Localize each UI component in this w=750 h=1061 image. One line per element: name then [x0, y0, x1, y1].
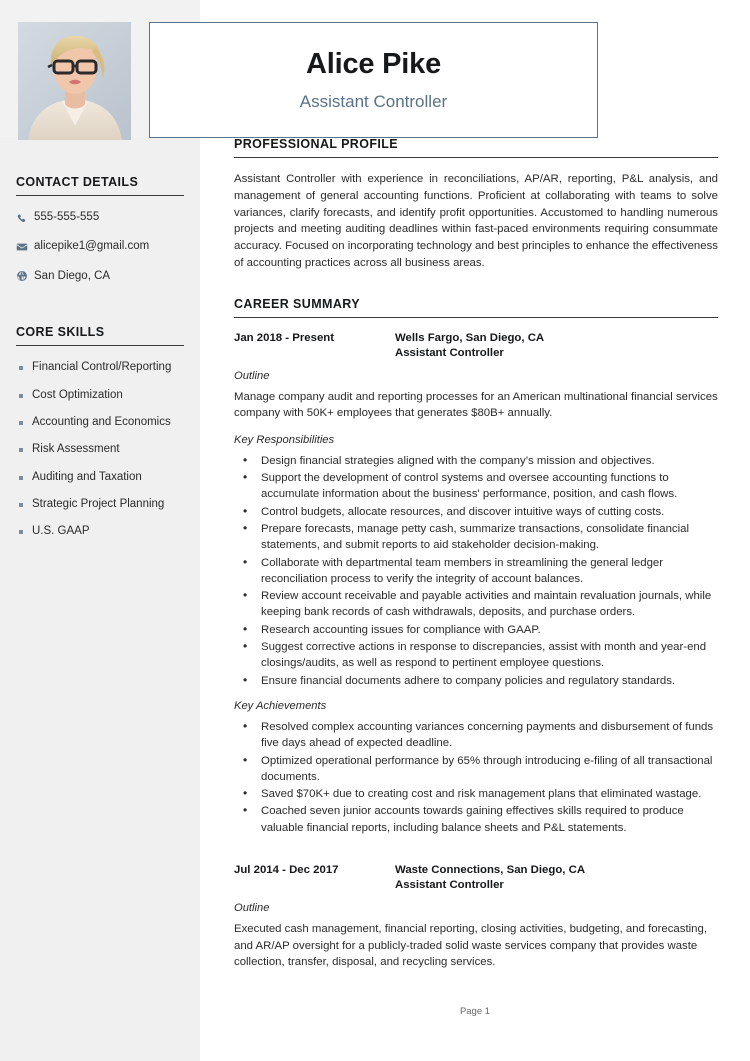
job-company: Waste Connections, San Diego, CA [395, 863, 586, 876]
job-company-role: Waste Connections, San Diego, CA Assistan… [395, 863, 585, 893]
key-achievements-label: Key Achievements [234, 699, 327, 712]
responsibility-item: Review account receivable and payable ac… [234, 587, 718, 621]
job-role: Assistant Controller [395, 879, 504, 892]
profile-photo-image [18, 22, 131, 140]
skill-item: Strategic Project Planning [16, 497, 184, 511]
job-spacer [234, 847, 718, 863]
skill-item-label: U.S. GAAP [32, 525, 90, 538]
skill-item: Accounting and Economics [16, 415, 184, 429]
job-header: Jan 2018 - Present Wells Fargo, San Diego… [234, 331, 718, 361]
responsibilities-list: Design financial strategies aligned with… [234, 452, 718, 689]
core-skills-heading: CORE SKILLS [16, 325, 184, 347]
name-title-box: Alice Pike Assistant Controller [149, 22, 598, 138]
outline-label: Outline [234, 902, 270, 915]
responsibility-item: Collaborate with departmental team membe… [234, 554, 718, 588]
skill-item-label: Financial Control/Reporting [32, 361, 172, 374]
job-entry: Jan 2018 - Present Wells Fargo, San Diego… [234, 331, 718, 863]
contact-item[interactable]: alicepike1@gmail.com [16, 239, 184, 253]
achievement-item: Coached seven junior accounts towards ga… [234, 802, 718, 836]
responsibility-item: Ensure financial documents adhere to com… [234, 672, 718, 689]
job-role: Assistant Controller [395, 346, 504, 359]
contact-item-value: alicepike1@gmail.com [34, 240, 150, 253]
square-bullet-icon [19, 475, 23, 480]
contact-item[interactable]: 555-555-555 [16, 210, 184, 224]
job-dates: Jan 2018 - Present [234, 331, 335, 344]
square-bullet-icon [19, 448, 23, 453]
contact-details-heading: CONTACT DETAILS [16, 175, 184, 196]
career-summary-section: CAREER SUMMARY Jan 2018 - Present Wells F… [234, 297, 718, 971]
resume-page: Alice Pike Assistant Controller CONTACT … [0, 0, 750, 1061]
skill-item-label: Cost Optimization [32, 388, 123, 401]
contact-item-value: 555-555-555 [34, 211, 100, 223]
job-header: Jul 2014 - Dec 2017 Waste Connections, Sa… [234, 863, 718, 893]
career-summary-heading: CAREER SUMMARY [234, 297, 718, 318]
contact-list: 555-555-555 alicepike1@gmail.com San Diego… [16, 210, 184, 283]
skill-item-label: Accounting and Economics [32, 415, 171, 428]
skill-item: Financial Control/Reporting [16, 360, 184, 374]
job-company: Wells Fargo, San Diego, CA [395, 331, 545, 344]
job-outline-text: Executed cash management, financial repo… [234, 923, 707, 969]
skill-item-label: Risk Assessment [32, 443, 120, 456]
job-outline-text: Manage company audit and reporting proce… [234, 390, 718, 420]
core-skills-section: CORE SKILLS Financial Control/Reporting C… [0, 325, 200, 539]
responsibility-item: Suggest corrective actions in response t… [234, 638, 718, 672]
responsibility-item: Research accounting issues for complianc… [234, 621, 718, 638]
responsibility-item: Control budgets, allocate resources, and… [234, 503, 718, 520]
job-entry: Jul 2014 - Dec 2017 Waste Connections, Sa… [234, 863, 718, 971]
job-dates: Jul 2014 - Dec 2017 [234, 863, 339, 876]
globe-icon [16, 270, 34, 282]
career-jobs-list: Jan 2018 - Present Wells Fargo, San Diego… [234, 331, 718, 971]
professional-profile-heading: PROFESSIONAL PROFILE [234, 137, 718, 158]
achievements-list: Resolved complex accounting variances co… [234, 718, 718, 836]
achievement-item: Resolved complex accounting variances co… [234, 718, 718, 752]
key-responsibilities-label: Key Responsibilities [234, 433, 335, 446]
skill-item-label: Strategic Project Planning [32, 498, 165, 510]
responsibility-item: Prepare forecasts, manage petty cash, su… [234, 520, 718, 554]
square-bullet-icon [19, 420, 23, 425]
skill-item-label: Auditing and Taxation [32, 470, 142, 483]
square-bullet-icon [19, 530, 23, 535]
achievement-item: Saved $70K+ due to creating cost and ris… [234, 785, 718, 802]
professional-profile-text: Assistant Controller with experience in … [234, 173, 718, 269]
job-title: Assistant Controller [299, 91, 448, 111]
page-footer: Page 1 [459, 1006, 491, 1017]
contact-item[interactable]: San Diego, CA [16, 269, 184, 283]
full-name: Alice Pike [305, 47, 442, 80]
resume-header: Alice Pike Assistant Controller [0, 0, 750, 140]
profile-photo [18, 22, 131, 140]
contact-details-section: CONTACT DETAILS 555-555-555 alicepike1@gm… [0, 175, 200, 283]
outline-label: Outline [234, 369, 270, 382]
envelope-icon [16, 241, 34, 253]
skill-item: Cost Optimization [16, 388, 184, 402]
professional-profile-section: PROFESSIONAL PROFILE Assistant Controlle… [234, 137, 718, 272]
main-column: PROFESSIONAL PROFILE Assistant Controlle… [234, 137, 718, 983]
phone-icon [16, 212, 34, 223]
achievement-item: Optimized operational performance by 65%… [234, 752, 718, 786]
job-company-role: Wells Fargo, San Diego, CA Assistant Cont… [395, 331, 544, 361]
core-skills-list: Financial Control/Reporting Cost Optimiza… [16, 360, 184, 539]
sidebar: CONTACT DETAILS 555-555-555 alicepike1@gm… [0, 137, 200, 552]
skill-item: Auditing and Taxation [16, 470, 184, 484]
responsibility-item: Design financial strategies aligned with… [234, 452, 718, 469]
square-bullet-icon [19, 503, 23, 507]
square-bullet-icon [19, 366, 23, 371]
square-bullet-icon [19, 393, 23, 398]
skill-item: U.S. GAAP [16, 524, 184, 538]
contact-item-value: San Diego, CA [34, 269, 111, 282]
responsibility-item: Support the development of control syste… [234, 469, 718, 503]
skill-item: Risk Assessment [16, 442, 184, 456]
